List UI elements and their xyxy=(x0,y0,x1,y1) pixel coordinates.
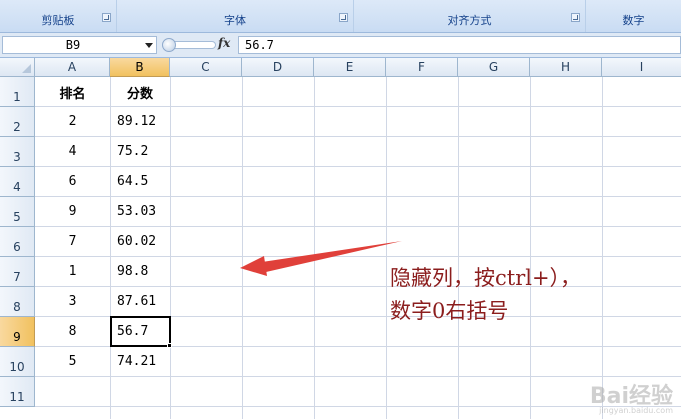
watermark-url: jingyan.baidu.com xyxy=(599,406,673,415)
arrow-shaft xyxy=(262,241,402,272)
arrow-head xyxy=(240,256,267,276)
annotation-line-1: 隐藏列，按ctrl+）， xyxy=(390,266,582,290)
annotation-line-2: 数字0右括号 xyxy=(390,299,509,323)
watermark: Bai经验 jingyan.baidu.com xyxy=(590,378,673,415)
annotation-text: 隐藏列，按ctrl+）， 数字0右括号 xyxy=(390,262,581,328)
annotation-arrow xyxy=(240,241,402,276)
